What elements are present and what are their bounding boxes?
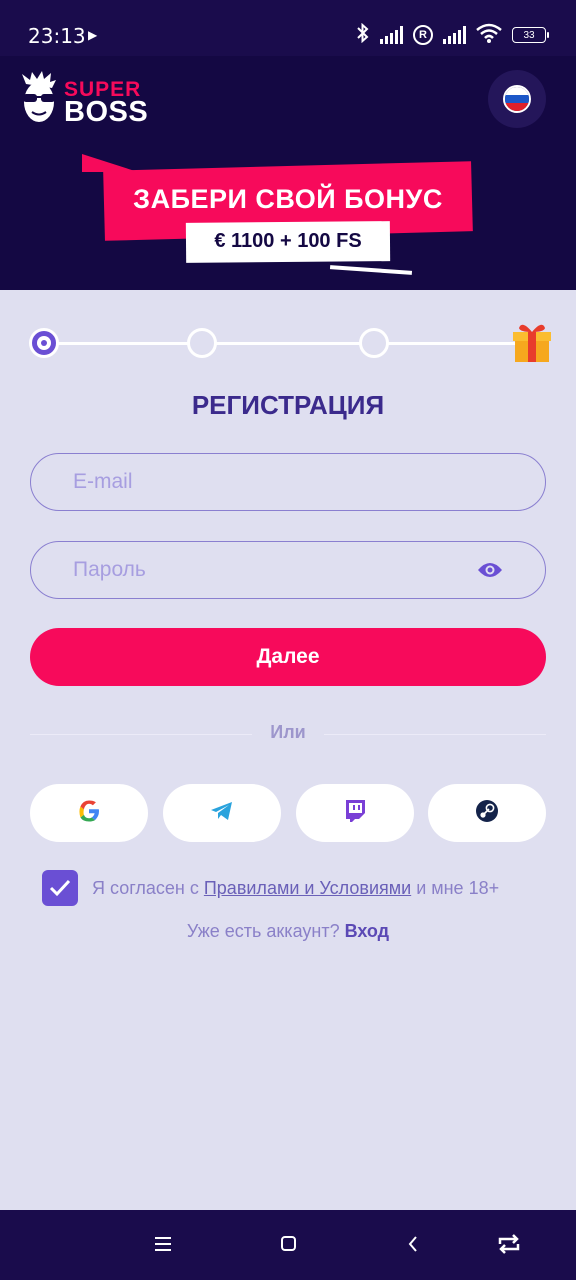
terms-text: Я согласен с Правилами и Условиями и мне… [92,878,499,899]
banner-decoration-line [329,265,413,275]
password-input[interactable] [73,542,453,598]
telegram-login-button[interactable] [163,784,281,842]
ru-flag-icon [503,85,531,113]
play-icon: ▶ [88,28,98,42]
site-header: SUPER BOSS ЗАБЕРИ СВОЙ БОНУС € 1100 + 10… [0,56,576,290]
steam-icon [475,799,499,828]
google-icon [76,798,102,829]
system-nav-bar [0,1210,576,1280]
battery-icon: 33 [512,27,549,43]
logo-text-boss: BOSS [64,96,149,128]
show-password-eye-icon[interactable] [477,560,503,580]
back-icon[interactable] [406,1234,430,1256]
login-prompt-text: Уже есть аккаунт? [186,921,345,941]
language-button[interactable] [488,70,546,128]
bonus-amount: € 1100 + 100 FS [214,230,362,252]
or-divider: Или [30,722,546,746]
wifi-icon [476,23,502,48]
terms-suffix: и мне 18+ [411,878,500,898]
logo-mascot-icon[interactable] [18,70,60,128]
progress-step-2 [187,328,217,358]
telegram-icon [209,799,235,828]
twitch-icon [344,799,366,828]
status-time: 23:13 [28,24,86,48]
progress-track [44,342,528,345]
terms-prefix: Я согласен с [92,878,204,898]
roaming-icon: R [413,25,433,45]
password-field-wrapper [30,541,546,599]
email-input[interactable] [73,454,453,510]
terms-link[interactable]: Правилами и Условиями [204,878,411,898]
signal-icon-2 [443,26,466,44]
bluetooth-icon [356,22,370,48]
email-field-wrapper [30,453,546,511]
status-bar: 23:13 ▶ R 33 [0,0,576,56]
next-button[interactable]: Далее [30,628,546,686]
google-login-button[interactable] [30,784,148,842]
home-icon[interactable] [280,1234,304,1256]
gift-icon [512,320,552,364]
terms-checkbox[interactable] [42,870,78,906]
bonus-title: ЗАБЕРИ СВОЙ БОНУС [133,184,443,214]
menu-icon[interactable] [154,1234,178,1256]
or-line-right [324,734,546,735]
twitch-login-button[interactable] [296,784,414,842]
progress-step-1 [29,328,59,358]
steam-login-button[interactable] [428,784,546,842]
signal-icon [380,26,403,44]
or-label: Или [270,722,306,742]
status-icons: R 33 [356,22,549,48]
page-title: РЕГИСТРАЦИЯ [191,390,385,420]
progress-step-3 [359,328,389,358]
recent-apps-icon[interactable] [496,1234,520,1256]
login-prompt: Уже есть аккаунт? Вход [0,921,576,942]
login-link[interactable]: Вход [345,921,390,941]
